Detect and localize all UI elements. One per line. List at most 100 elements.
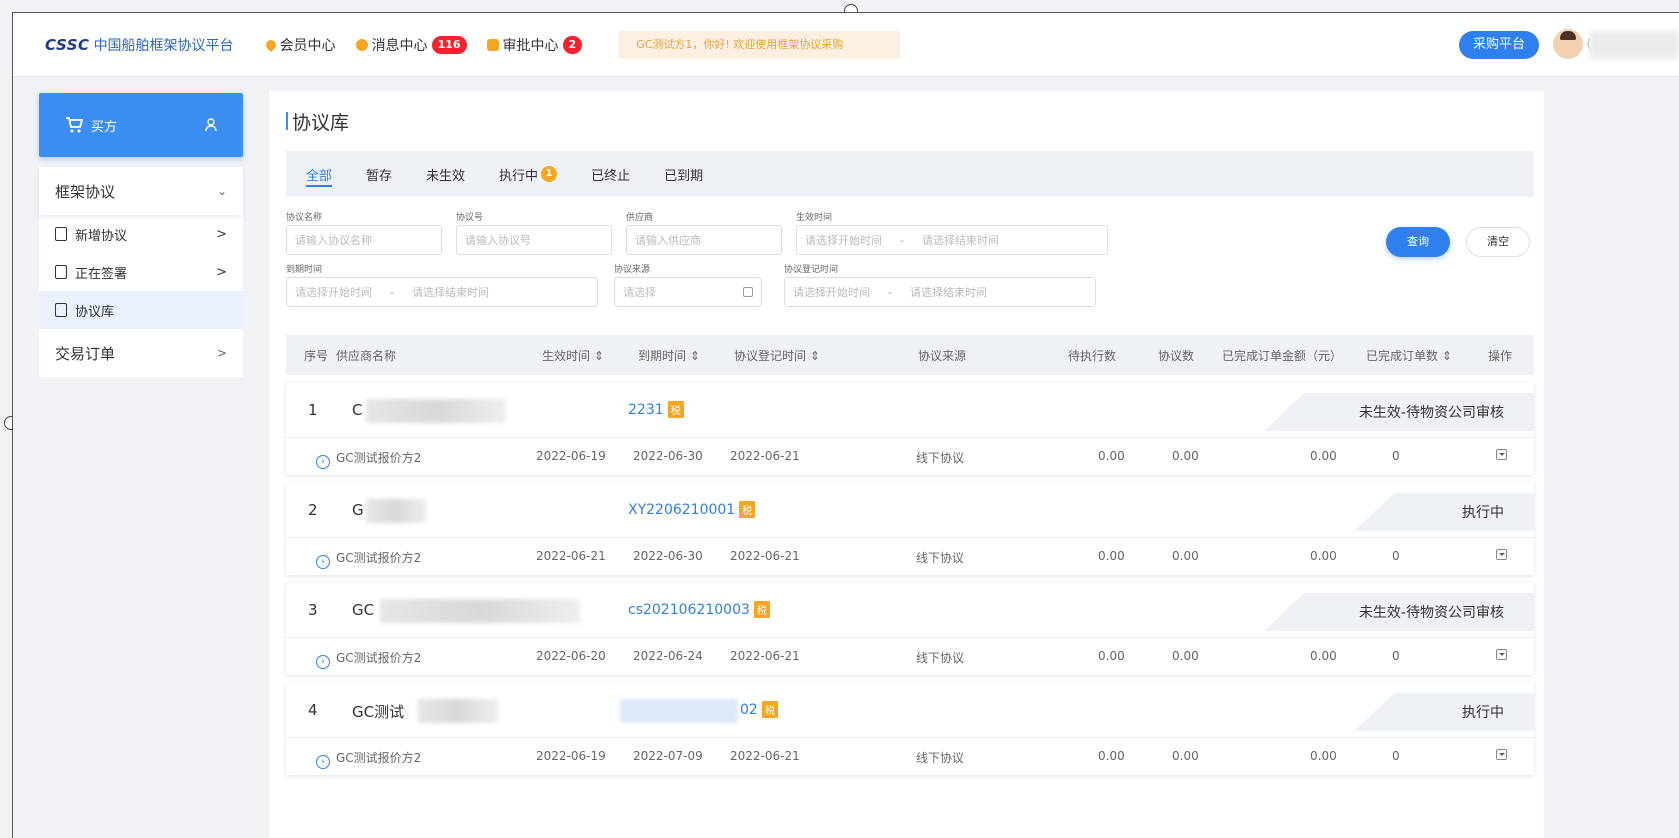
nav-label: 审批中心 bbox=[502, 37, 559, 54]
dropdown-icon bbox=[1496, 549, 1507, 560]
effective-date: 2022-06-19 bbox=[536, 449, 606, 463]
tab-expired[interactable]: 已到期 bbox=[664, 151, 703, 197]
col-expire-sortable[interactable]: 到期时间 ⇕ bbox=[638, 347, 700, 364]
table-header: 序号 供应商名称 生效时间 ⇕ 到期时间 ⇕ 协议登记时间 ⇕ 协议来源 待执行… bbox=[286, 335, 1534, 375]
completed-orders: 0 bbox=[1392, 649, 1400, 663]
tab-all[interactable]: 全部 bbox=[306, 151, 333, 197]
effective-time-label: 生效时间 bbox=[796, 213, 833, 223]
item-label: 正在签署 bbox=[75, 266, 128, 282]
col-amount: 已完成订单金额（元） bbox=[1222, 349, 1343, 363]
query-button[interactable]: 查询 bbox=[1386, 227, 1450, 257]
user-avatar[interactable] bbox=[1553, 29, 1583, 59]
agreement-group: 3 GC cs202106210003 税 未生效-待物资公司审核 › GC测试报价… bbox=[286, 583, 1534, 675]
tab-label: 未生效 bbox=[426, 168, 466, 184]
expand-icon[interactable]: › bbox=[316, 655, 330, 669]
nav-member-center[interactable]: 会员中心 bbox=[263, 35, 336, 55]
approval-icon bbox=[486, 38, 499, 51]
sidebar-item-new-agreement[interactable]: 新增协议 > bbox=[39, 215, 243, 253]
sidebar-item-agreement-library[interactable]: 协议库 bbox=[39, 291, 243, 329]
redacted-name bbox=[366, 399, 506, 423]
expand-icon[interactable]: › bbox=[316, 755, 330, 769]
approval-count-badge: 2 bbox=[562, 35, 583, 54]
col-register-sortable[interactable]: 协议登记时间 ⇕ bbox=[734, 347, 820, 364]
redacted-name bbox=[418, 699, 498, 723]
sidebar-item-signing[interactable]: 正在签署 > bbox=[39, 253, 243, 291]
effective-date: 2022-06-19 bbox=[536, 749, 606, 763]
pending-count: 0.00 bbox=[1098, 549, 1125, 563]
top-header: CSSC 中国船舶框架协议平台 会员中心 消息中心 116 审批中心 2 GC测… bbox=[13, 13, 1679, 77]
document-add-icon bbox=[55, 227, 67, 241]
col-source: 协议来源 bbox=[918, 349, 967, 363]
agreement-code-link[interactable]: cs202106210003 税 bbox=[628, 601, 770, 618]
col-effective-sortable[interactable]: 生效时间 ⇕ bbox=[542, 347, 604, 364]
agreement-count: 0.00 bbox=[1172, 749, 1199, 763]
tab-draft[interactable]: 暂存 bbox=[366, 151, 392, 197]
supplier-label: 供应商 bbox=[626, 213, 654, 223]
sidebar-group-framework[interactable]: 框架协议 ⌄ bbox=[39, 167, 243, 215]
chevron-right-icon: > bbox=[216, 264, 227, 280]
role-card[interactable]: 买方 bbox=[39, 93, 243, 157]
purchase-platform-button[interactable]: 采购平台 bbox=[1458, 31, 1539, 59]
logo[interactable]: CSSC 中国船舶框架协议平台 bbox=[45, 35, 234, 55]
code-text: cs202106210003 bbox=[628, 601, 750, 618]
action-menu[interactable] bbox=[1496, 749, 1507, 763]
tab-executing[interactable]: 执行中 1 bbox=[499, 151, 558, 197]
agreement-group: 2 G XY2206210001 税 执行中 › GC测试报价方2 2022-06-… bbox=[286, 483, 1534, 575]
tab-label: 全部 bbox=[306, 168, 333, 184]
library-icon bbox=[55, 303, 67, 317]
supplier-name: GC测试报价方2 bbox=[336, 551, 422, 565]
register-date: 2022-06-21 bbox=[730, 449, 800, 463]
expand-icon[interactable]: › bbox=[316, 455, 330, 469]
group-label: 框架协议 bbox=[55, 182, 116, 201]
clear-button[interactable]: 清空 bbox=[1466, 227, 1530, 257]
completed-amount: 0.00 bbox=[1310, 549, 1337, 563]
logo-mark: CSSC bbox=[45, 35, 90, 54]
col-orders-sortable[interactable]: 已完成订单数 ⇕ bbox=[1366, 347, 1452, 364]
agreement-group: 4 GC测试 02 税 执行中 › GC测试报价方2 2022-06-19 2022… bbox=[286, 683, 1534, 775]
header-nav: 会员中心 消息中心 116 审批中心 2 bbox=[263, 35, 583, 55]
table-row: › GC测试报价方2 2022-06-21 2022-06-30 2022-06-… bbox=[286, 538, 1534, 575]
chevron-down-icon: ⌄ bbox=[216, 184, 227, 198]
tax-tag: 税 bbox=[667, 401, 684, 418]
pending-count: 0.00 bbox=[1098, 449, 1125, 463]
nav-approval-center[interactable]: 审批中心 2 bbox=[486, 35, 583, 55]
expire-time-range[interactable]: 请选择开始时间 - 请选择结束时间 bbox=[286, 277, 598, 307]
range-separator: - bbox=[888, 285, 892, 299]
agreement-code-input[interactable]: 请输入协议号 bbox=[456, 225, 612, 255]
completed-amount: 0.00 bbox=[1310, 749, 1337, 763]
row-index: 4 bbox=[308, 701, 318, 719]
range-separator: - bbox=[900, 233, 904, 247]
tab-terminated[interactable]: 已终止 bbox=[591, 151, 630, 197]
action-menu[interactable] bbox=[1496, 549, 1507, 563]
filter-form: 协议名称 请输入协议名称 协议号 请输入协议号 供应商 请输入供应商 生效时间 … bbox=[286, 197, 1534, 335]
expand-icon[interactable]: › bbox=[316, 555, 330, 569]
pending-count: 0.00 bbox=[1098, 649, 1125, 663]
nav-message-center[interactable]: 消息中心 116 bbox=[355, 35, 467, 55]
item-label: 协议库 bbox=[75, 304, 115, 320]
agreement-code-link[interactable]: 2231 税 bbox=[628, 401, 684, 418]
register-time-range[interactable]: 请选择开始时间 - 请选择结束时间 bbox=[784, 277, 1096, 307]
status-badge: 执行中 bbox=[1354, 693, 1534, 731]
agreement-count: 0.00 bbox=[1172, 549, 1199, 563]
agreement-code-label: 协议号 bbox=[456, 213, 484, 223]
effective-time-range[interactable]: 请选择开始时间 - 请选择结束时间 bbox=[796, 225, 1108, 255]
message-icon bbox=[355, 38, 368, 51]
effective-date: 2022-06-20 bbox=[536, 649, 606, 663]
placeholder: 请选择 bbox=[623, 286, 656, 299]
supplier-name: GC测试报价方2 bbox=[336, 651, 422, 665]
tab-not-effective[interactable]: 未生效 bbox=[426, 151, 465, 197]
agreement-code-link[interactable]: 02 税 bbox=[740, 701, 778, 718]
agreement-name: GC bbox=[352, 601, 375, 619]
agreement-code-link[interactable]: XY2206210001 税 bbox=[628, 501, 756, 518]
sidebar-group-orders[interactable]: 交易订单 > bbox=[39, 329, 243, 377]
agreement-name: G bbox=[352, 501, 364, 519]
dropdown-icon bbox=[1496, 649, 1507, 660]
register-date: 2022-06-21 bbox=[730, 749, 800, 763]
placeholder: 请输入供应商 bbox=[635, 234, 701, 247]
end-placeholder: 请选择结束时间 bbox=[909, 286, 987, 299]
source-select[interactable]: 请选择 bbox=[614, 277, 762, 307]
action-menu[interactable] bbox=[1496, 449, 1507, 463]
supplier-input[interactable]: 请输入供应商 bbox=[626, 225, 782, 255]
action-menu[interactable] bbox=[1496, 649, 1507, 663]
agreement-name-input[interactable]: 请输入协议名称 bbox=[286, 225, 442, 255]
